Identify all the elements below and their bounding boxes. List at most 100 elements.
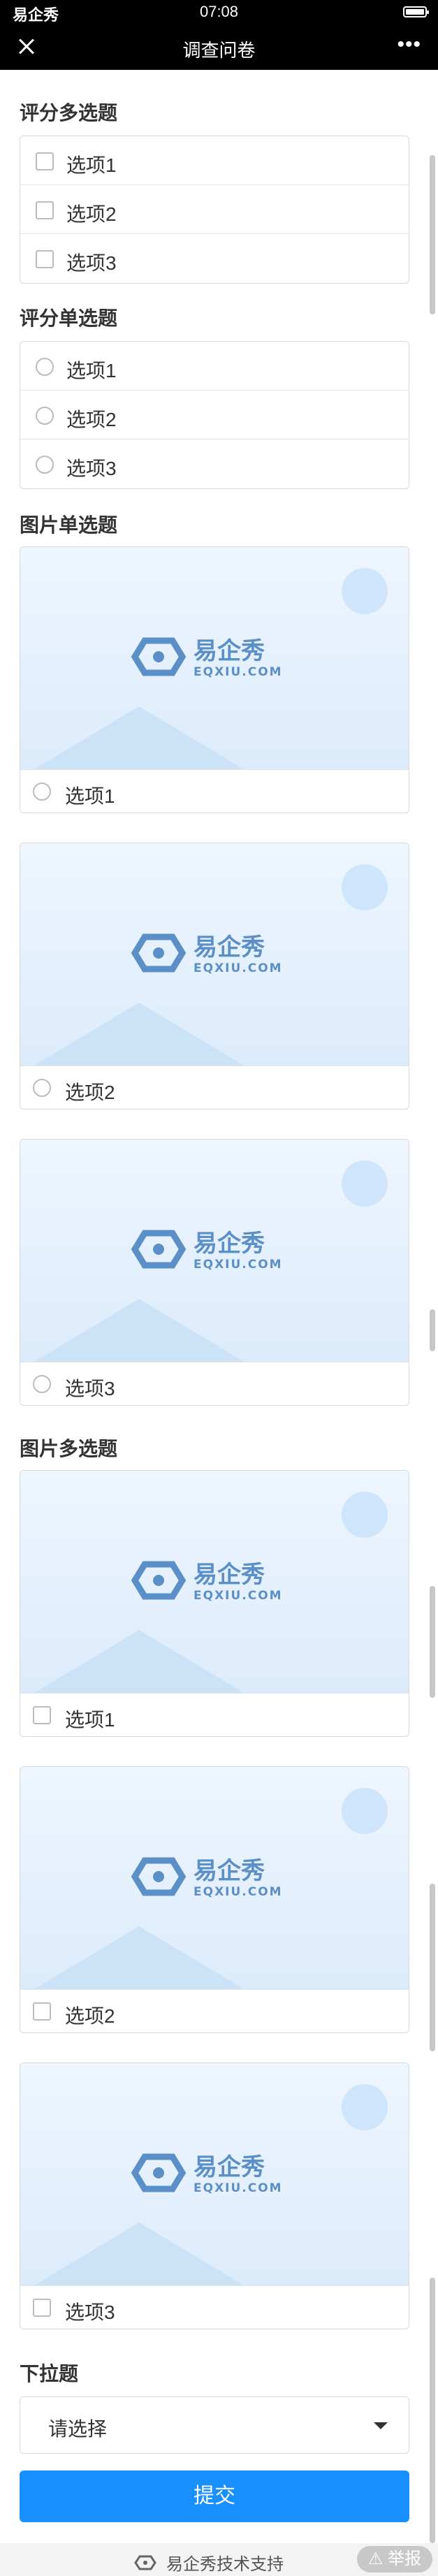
option-label: 选项1 [65,785,115,807]
checkbox-icon[interactable] [33,2299,51,2317]
rating-multi-options: 选项1 选项2 选项3 [20,136,409,284]
option-label: 选项2 [66,409,117,430]
radio-icon[interactable] [36,456,54,474]
sun-icon [342,1492,388,1538]
scrollbar[interactable] [430,1884,435,2051]
logo-en-text: EQXIU.COM [194,665,283,679]
scrollbar[interactable] [430,1309,435,1351]
warning-icon: ⚠ [367,2549,384,2568]
option-label: 选项3 [65,2301,115,2323]
question-title-rating-single: 评分单选题 [20,307,118,329]
checkbox-icon[interactable] [36,250,54,268]
eqxiu-logo: 易企秀 EQXIU.COM [131,1230,283,1272]
option-label: 选项1 [66,360,117,381]
logo-en-text: EQXIU.COM [194,1589,283,1603]
scrollbar[interactable] [430,2278,435,2543]
option-label: 选项3 [66,458,117,479]
checkbox-icon[interactable] [36,152,54,170]
sun-icon [342,1160,388,1207]
mountain-icon [34,1299,244,1362]
report-label: 举报 [388,2549,421,2568]
checkbox-icon[interactable] [33,2002,51,2021]
eqxiu-logo: 易企秀 EQXIU.COM [131,2153,283,2195]
radio-icon[interactable] [33,1079,51,1097]
logo-cn-text: 易企秀 [194,2153,265,2181]
logo-cn-text: 易企秀 [194,637,265,665]
caret-down-icon [374,2422,388,2429]
question-title-dropdown: 下拉题 [20,2363,79,2385]
rating-single-option[interactable]: 选项3 [20,439,409,488]
mountain-icon [34,2222,244,2285]
logo-cn-text: 易企秀 [194,1230,265,1258]
sun-icon [342,568,388,614]
placeholder-image: 易企秀 EQXIU.COM [20,1767,409,1989]
placeholder-image: 易企秀 EQXIU.COM [20,843,409,1065]
option-label: 选项1 [66,154,117,176]
footer-brand-label: 易企秀技术支持 [166,2555,284,2574]
image-single-option[interactable]: 易企秀 EQXIU.COM 选项1 [20,546,409,813]
radio-icon[interactable] [33,783,51,801]
mountain-icon [34,1926,244,1989]
option-label: 选项2 [66,203,117,225]
option-label: 选项3 [66,252,117,274]
eqxiu-logo: 易企秀 EQXIU.COM [131,1561,283,1603]
battery-icon [403,6,429,17]
logo-cn-text: 易企秀 [194,1561,265,1589]
submit-button[interactable]: 提交 [20,2471,409,2522]
logo-en-text: EQXIU.COM [194,2181,283,2195]
radio-icon[interactable] [33,1375,51,1393]
dropdown-value: 请选择 [48,2418,108,2440]
footer-brand[interactable]: 易企秀技术支持 [133,2550,284,2575]
status-bar: 易企秀 07:08 [0,0,438,24]
footer-bar: 易企秀技术支持 ⚠ 举报 [0,2543,438,2576]
sun-icon [342,864,388,910]
dropdown-select[interactable]: 请选择 [20,2396,409,2454]
report-button[interactable]: ⚠ 举报 [356,2546,432,2573]
logo-en-text: EQXIU.COM [194,1885,283,1899]
image-multi-option[interactable]: 易企秀 EQXIU.COM 选项2 [20,1766,409,2033]
logo-cn-text: 易企秀 [194,933,265,961]
logo-cn-text: 易企秀 [194,1857,265,1885]
page-title: 调查问卷 [182,40,256,61]
radio-icon[interactable] [36,407,54,425]
placeholder-image: 易企秀 EQXIU.COM [20,547,409,769]
more-icon[interactable]: ••• [397,34,421,55]
rating-single-options: 选项1 选项2 选项3 [20,341,409,489]
placeholder-image: 易企秀 EQXIU.COM [20,1471,409,1693]
eqxiu-logo: 易企秀 EQXIU.COM [131,637,283,679]
mountain-icon [34,1003,244,1065]
logo-en-text: EQXIU.COM [194,961,283,975]
question-title-rating-multi: 评分多选题 [20,102,118,124]
eqxiu-logo-icon [134,2555,156,2570]
option-label: 选项1 [65,1709,115,1731]
eqxiu-logo: 易企秀 EQXIU.COM [131,933,283,975]
question-title-image-multi: 图片多选题 [20,1438,118,1460]
sun-icon [342,2084,388,2130]
eqxiu-logo: 易企秀 EQXIU.COM [131,1857,283,1899]
rating-multi-option[interactable]: 选项1 [20,136,409,185]
image-single-option[interactable]: 易企秀 EQXIU.COM 选项3 [20,1139,409,1406]
image-single-option[interactable]: 易企秀 EQXIU.COM 选项2 [20,843,409,1109]
status-time: 07:08 [199,3,239,20]
placeholder-image: 易企秀 EQXIU.COM [20,1140,409,1362]
mountain-icon [34,1630,244,1693]
image-multi-option[interactable]: 易企秀 EQXIU.COM 选项1 [20,1470,409,1737]
option-label: 选项3 [65,1378,115,1399]
rating-single-option[interactable]: 选项2 [20,391,409,439]
rating-multi-option[interactable]: 选项3 [20,234,409,283]
rating-single-option[interactable]: 选项1 [20,342,409,391]
radio-icon[interactable] [36,358,54,376]
checkbox-icon[interactable] [36,201,54,219]
nav-bar: 调查问卷 ••• [0,24,438,70]
rating-multi-option[interactable]: 选项2 [20,185,409,234]
option-label: 选项2 [65,2005,115,2027]
scrollbar[interactable] [430,155,435,314]
sun-icon [342,1788,388,1834]
checkbox-icon[interactable] [33,1706,51,1724]
mountain-icon [34,706,244,769]
logo-en-text: EQXIU.COM [194,1258,283,1272]
question-title-image-single: 图片单选题 [20,514,118,536]
scrollbar[interactable] [430,1586,435,1698]
image-multi-option[interactable]: 易企秀 EQXIU.COM 选项3 [20,2062,409,2329]
option-label: 选项2 [65,1082,115,1103]
